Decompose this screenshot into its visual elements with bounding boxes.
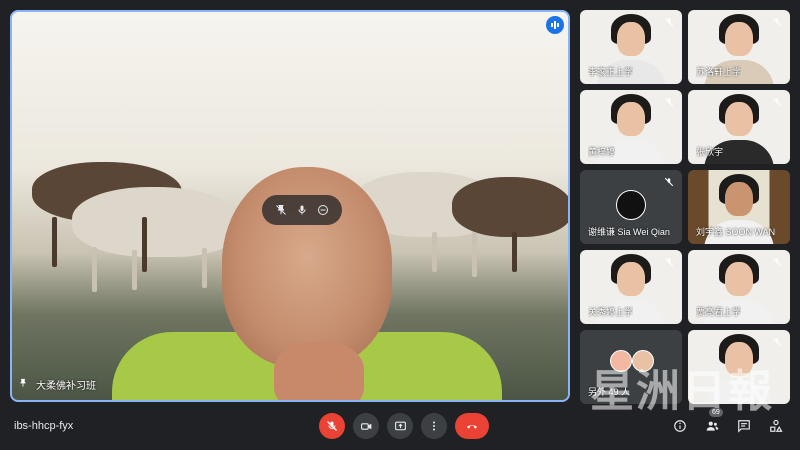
muted-mic-icon — [662, 95, 676, 109]
people-button[interactable]: 69 — [702, 408, 723, 436]
present-button[interactable] — [387, 413, 413, 439]
participant-tile[interactable]: 李家正上学 — [580, 10, 682, 84]
mic-icon[interactable] — [296, 204, 308, 216]
activities-button[interactable] — [766, 416, 786, 436]
present-icon — [394, 421, 406, 430]
participant-tile[interactable]: 关秀婷上学 — [580, 250, 682, 324]
muted-mic-icon — [770, 255, 784, 269]
activities-icon — [770, 419, 783, 432]
muted-mic-icon — [770, 95, 784, 109]
more-vert-icon — [433, 421, 435, 431]
background-horse — [452, 177, 568, 237]
muted-mic-icon — [662, 255, 676, 269]
speaker-hand — [274, 342, 364, 400]
mic-off-icon — [327, 421, 337, 431]
chat-icon — [738, 420, 750, 433]
pin-icon[interactable] — [275, 204, 287, 216]
participant-name: 苏洛轩上学 — [696, 67, 742, 77]
participant-tile[interactable]: 刘宇鑫 SOON WAN — [688, 170, 790, 244]
participant-tile[interactable]: 苏洛轩上学 — [688, 10, 790, 84]
participant-name: 关秀婷上学 — [588, 307, 634, 317]
participant-name: 李家正上学 — [588, 67, 634, 77]
info-icon — [674, 420, 686, 432]
participant-name: 谢维谦 Sia Wei Qian — [588, 227, 670, 237]
end-call-button[interactable] — [455, 413, 489, 439]
people-icon — [706, 421, 718, 431]
muted-mic-icon — [770, 335, 784, 349]
camera-toggle-button[interactable] — [353, 413, 379, 439]
participant-tile[interactable]: 张欣宇 — [688, 90, 790, 164]
main-speaker-name: 大柔佛补习班 — [36, 381, 96, 392]
background-horse — [72, 187, 242, 257]
watermark: 星洲日報 — [590, 366, 774, 417]
participant-tile[interactable]: 黄梓婷 — [580, 90, 682, 164]
participant-name: 张欣宇 — [696, 147, 724, 157]
tile-hover-controls[interactable] — [262, 195, 342, 225]
participant-name: 黄梓婷 — [588, 147, 616, 157]
mic-toggle-button[interactable] — [319, 413, 345, 439]
avatar — [616, 190, 646, 220]
participant-name: 贾亮君上学 — [696, 307, 742, 317]
chat-button[interactable] — [734, 416, 754, 436]
muted-mic-icon — [770, 15, 784, 29]
main-speaker-label: 大柔佛补习班 — [18, 377, 96, 392]
participant-count-badge: 69 — [709, 408, 723, 417]
muted-mic-icon — [662, 15, 676, 29]
remove-icon[interactable] — [317, 204, 329, 216]
pin-icon[interactable] — [18, 377, 28, 392]
hang-up-icon — [467, 425, 477, 429]
participant-tile[interactable]: 谢维谦 Sia Wei Qian — [580, 170, 682, 244]
main-speaker-video[interactable]: 大柔佛补习班 — [10, 10, 570, 402]
meeting-details-button[interactable] — [670, 416, 690, 436]
participant-tile[interactable]: 贾亮君上学 — [688, 250, 790, 324]
more-options-button[interactable] — [421, 413, 447, 439]
muted-mic-icon — [662, 175, 676, 189]
meeting-code: ibs-hhcp-fyx — [14, 420, 74, 432]
meeting-tools: 69 — [670, 408, 786, 436]
participant-name: 刘宇鑫 SOON WAN — [696, 227, 776, 237]
speaking-indicator-icon — [546, 16, 564, 34]
call-controls — [319, 413, 489, 439]
camera-icon — [360, 422, 371, 430]
